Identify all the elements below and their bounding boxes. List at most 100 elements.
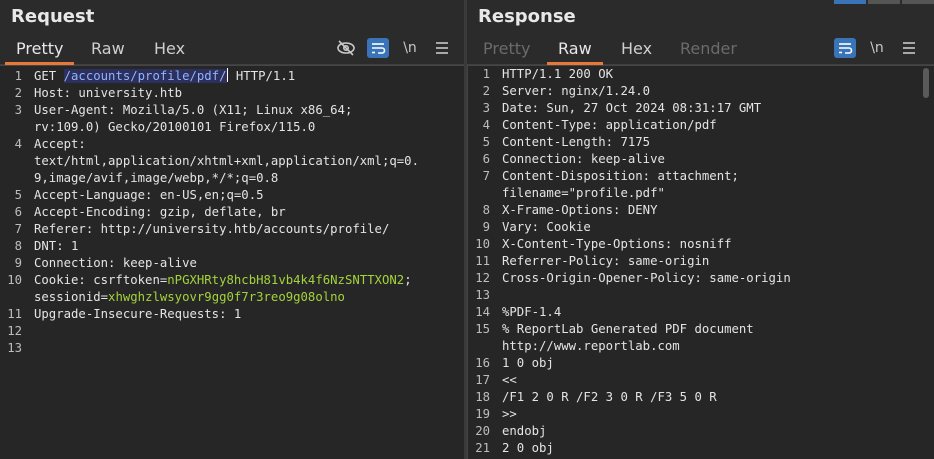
line-number xyxy=(0,170,22,187)
code-line[interactable]: 19 >> xyxy=(468,406,934,423)
code-token: Connection: keep-alive xyxy=(34,256,197,270)
code-line[interactable]: 20 endobj xyxy=(468,423,934,440)
line-number: 5 xyxy=(14,188,22,202)
layout-buttons[interactable] xyxy=(832,0,934,4)
line-number: 2 xyxy=(14,86,22,100)
response-scrollbar[interactable] xyxy=(923,68,929,98)
code-token: Date: Sun, 27 Oct 2024 08:31:17 GMT xyxy=(502,101,762,115)
code-line[interactable]: 6 Accept-Encoding: gzip, deflate, br xyxy=(0,204,464,221)
line-text xyxy=(490,287,502,304)
tab-raw[interactable]: Raw xyxy=(547,39,603,65)
line-number: 3 xyxy=(482,101,490,115)
code-line[interactable]: 2 Server: nginx/1.24.0 xyxy=(468,83,934,100)
code-token: % ReportLab Generated PDF document xyxy=(502,322,754,336)
code-token: Content-Disposition: attachment; xyxy=(502,169,739,183)
code-line[interactable]: 6 Connection: keep-alive xyxy=(468,151,934,168)
code-token: Accept-Language: en-US,en;q=0.5 xyxy=(34,188,264,202)
code-line[interactable]: 13 xyxy=(468,287,934,304)
line-number: 6 xyxy=(14,205,22,219)
line-text xyxy=(22,323,34,340)
line-text: X-Content-Type-Options: nosniff xyxy=(490,236,732,253)
code-line[interactable]: 4 Accept: xyxy=(0,136,464,153)
line-text: Accept-Encoding: gzip, deflate, br xyxy=(22,204,286,221)
request-panel: Request Pretty Raw Hex \n 1 GET /accounts… xyxy=(0,0,464,459)
tab-hex[interactable]: Hex xyxy=(154,39,185,58)
menu-icon[interactable] xyxy=(898,38,920,58)
line-text: >> xyxy=(490,406,517,423)
code-token: text/html,application/xhtml+xml,applicat… xyxy=(34,154,419,168)
code-line[interactable]: 9,image/avif,image/webp,*/*;q=0.8 xyxy=(0,170,464,187)
code-line[interactable]: 16 1 0 obj xyxy=(468,355,934,372)
code-line[interactable]: 15 % ReportLab Generated PDF document xyxy=(468,321,934,338)
menu-icon[interactable] xyxy=(431,38,453,58)
code-token: Connection: keep-alive xyxy=(502,152,665,166)
code-line[interactable]: 12 xyxy=(0,323,464,340)
code-line[interactable]: 13 xyxy=(0,340,464,357)
code-line[interactable]: 5 Content-Length: 7175 xyxy=(468,134,934,151)
code-line[interactable]: 14 %PDF-1.4 xyxy=(468,304,934,321)
hide-eye-icon[interactable] xyxy=(335,38,357,58)
line-text: /F1 2 0 R /F2 3 0 R /F3 5 0 R xyxy=(490,389,717,406)
tab-pretty[interactable]: Pretty xyxy=(4,39,76,65)
line-number: 17 xyxy=(475,373,490,387)
code-token: HTTP/1.1 xyxy=(228,69,296,83)
response-editor[interactable]: 1 HTTP/1.1 200 OK 2 Server: nginx/1.24.0 3 Da… xyxy=(467,65,934,459)
layout-button-horizontal[interactable] xyxy=(868,0,900,4)
wrap-lines-icon[interactable] xyxy=(834,38,856,58)
code-line[interactable]: http://www.reportlab.com xyxy=(468,338,934,355)
line-text: HTTP/1.1 200 OK xyxy=(490,66,613,83)
tab-raw[interactable]: Raw xyxy=(91,39,125,58)
code-line[interactable]: 2 Host: university.htb xyxy=(0,85,464,102)
code-line[interactable]: 4 Content-Type: application/pdf xyxy=(468,117,934,134)
code-token: rv:109.0) Gecko/20100101 Firefox/115.0 xyxy=(34,120,316,134)
code-line[interactable]: 5 Accept-Language: en-US,en;q=0.5 xyxy=(0,187,464,204)
code-line[interactable]: 3 User-Agent: Mozilla/5.0 (X11; Linux x86… xyxy=(0,102,464,119)
code-line[interactable]: rv:109.0) Gecko/20100101 Firefox/115.0 xyxy=(0,119,464,136)
code-line[interactable]: 12 Cross-Origin-Opener-Policy: same-origi… xyxy=(468,270,934,287)
code-line[interactable]: 9 Vary: Cookie xyxy=(468,219,934,236)
code-line[interactable]: 11 Upgrade-Insecure-Requests: 1 xyxy=(0,306,464,323)
line-text: 9,image/avif,image/webp,*/*;q=0.8 xyxy=(22,170,278,187)
code-token: Accept: xyxy=(34,137,86,151)
code-line[interactable]: 10 X-Content-Type-Options: nosniff xyxy=(468,236,934,253)
line-number: 21 xyxy=(475,441,490,455)
line-number: 10 xyxy=(475,237,490,251)
code-line[interactable]: 18/F1 2 0 R /F2 3 0 R /F3 5 0 R xyxy=(468,389,934,406)
newline-toggle[interactable]: \n xyxy=(399,38,421,58)
code-token: 2 0 obj xyxy=(502,441,554,455)
code-line[interactable]: 11 Referrer-Policy: same-origin xyxy=(468,253,934,270)
code-line[interactable]: filename="profile.pdf" xyxy=(468,185,934,202)
code-token: Cross-Origin-Opener-Policy: same-origin xyxy=(502,271,791,285)
tab-hex[interactable]: Hex xyxy=(621,39,652,58)
code-line[interactable]: 8 DNT: 1 xyxy=(0,238,464,255)
tab-pretty[interactable]: Pretty xyxy=(483,39,530,58)
code-line[interactable]: 7 Referer: http://university.htb/accounts… xyxy=(0,221,464,238)
newline-toggle[interactable]: \n xyxy=(866,38,888,58)
code-line[interactable]: sessionid=xhwghzlwsyovr9gg0f7r3reo9g08ol… xyxy=(0,289,464,306)
code-line[interactable]: 7 Content-Disposition: attachment; xyxy=(468,168,934,185)
line-text: http://www.reportlab.com xyxy=(490,338,680,355)
line-text: User-Agent: Mozilla/5.0 (X11; Linux x86_… xyxy=(22,102,352,119)
code-token: Content-Type: application/pdf xyxy=(502,118,717,132)
code-line[interactable]: text/html,application/xhtml+xml,applicat… xyxy=(0,153,464,170)
code-line[interactable]: 17 << xyxy=(468,372,934,389)
code-line[interactable]: 10 Cookie: csrftoken=nPGXHRty8hcbH81vb4k4… xyxy=(0,272,464,289)
layout-button-vertical[interactable] xyxy=(902,0,934,4)
code-token: Host: university.htb xyxy=(34,86,183,100)
request-title: Request xyxy=(11,6,95,27)
code-line[interactable]: 1 GET /accounts/profile/pdf/ HTTP/1.1 xyxy=(0,68,464,85)
line-number: 11 xyxy=(7,307,22,321)
code-line[interactable]: 9 Connection: keep-alive xyxy=(0,255,464,272)
layout-button-split[interactable] xyxy=(834,0,866,4)
code-line[interactable]: 3 Date: Sun, 27 Oct 2024 08:31:17 GMT xyxy=(468,100,934,117)
response-tabs: Pretty Raw Hex Render \n xyxy=(467,36,934,65)
line-number: 14 xyxy=(475,305,490,319)
text-cursor xyxy=(226,68,228,82)
tab-render[interactable]: Render xyxy=(680,39,737,58)
code-line[interactable]: 21 2 0 obj xyxy=(468,440,934,457)
request-editor[interactable]: 1 GET /accounts/profile/pdf/ HTTP/1.1 2 Hos… xyxy=(0,65,464,459)
code-line[interactable]: 1 HTTP/1.1 200 OK xyxy=(468,66,934,83)
wrap-lines-icon[interactable] xyxy=(367,38,389,58)
line-text: 1 0 obj xyxy=(490,355,554,372)
code-line[interactable]: 8 X-Frame-Options: DENY xyxy=(468,202,934,219)
